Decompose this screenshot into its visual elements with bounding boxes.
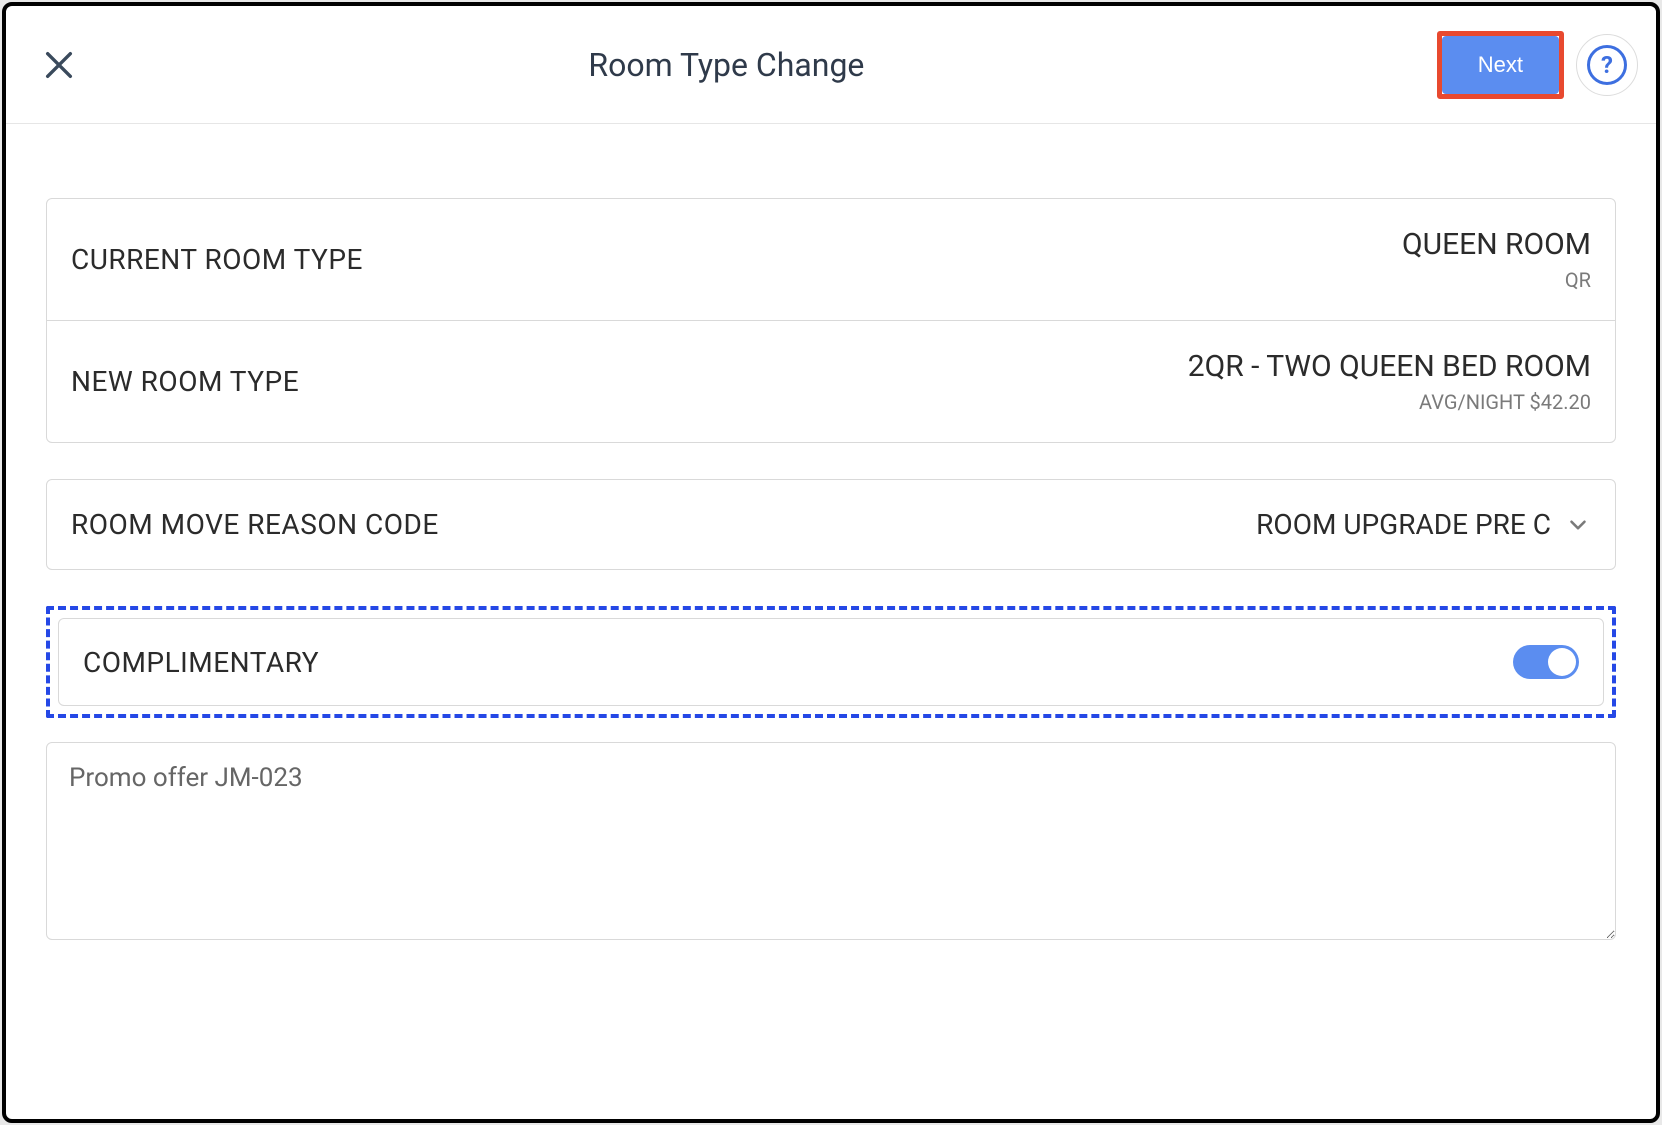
new-room-type-avg: AVG/NIGHT $42.20 [1188,390,1591,414]
current-room-type-value: QUEEN ROOM [1402,227,1591,262]
complimentary-toggle[interactable] [1513,645,1579,679]
new-room-type-value: 2QR - TWO QUEEN BED ROOM [1188,349,1591,384]
next-button-callout: Next [1437,31,1564,99]
new-room-type-row: NEW ROOM TYPE 2QR - TWO QUEEN BED ROOM A… [47,320,1615,442]
modal-header: Room Type Change Next ? [6,6,1656,124]
new-room-type-label: NEW ROOM TYPE [71,365,299,398]
room-type-group: CURRENT ROOM TYPE QUEEN ROOM QR NEW ROOM… [46,198,1616,443]
reason-code-label: ROOM MOVE REASON CODE [71,508,439,541]
current-room-type-code: QR [1402,268,1591,292]
complimentary-label: COMPLIMENTARY [83,646,319,679]
complimentary-row: COMPLIMENTARY [58,618,1604,706]
notes-textarea[interactable] [46,742,1616,940]
complimentary-callout: COMPLIMENTARY [46,606,1616,718]
room-type-change-modal: Room Type Change Next ? CURRENT ROOM TYP… [2,2,1660,1123]
current-room-type-label: CURRENT ROOM TYPE [71,243,363,276]
help-icon: ? [1587,45,1627,85]
modal-title: Room Type Change [16,46,1437,84]
help-button[interactable]: ? [1576,34,1638,96]
reason-code-row[interactable]: ROOM MOVE REASON CODE ROOM UPGRADE PRE C [47,480,1615,569]
chevron-down-icon [1565,512,1591,538]
next-button[interactable]: Next [1442,36,1559,94]
toggle-knob [1548,648,1576,676]
reason-code-group: ROOM MOVE REASON CODE ROOM UPGRADE PRE C [46,479,1616,570]
reason-code-selected: ROOM UPGRADE PRE C [1256,508,1551,541]
current-room-type-row: CURRENT ROOM TYPE QUEEN ROOM QR [47,199,1615,320]
modal-body: CURRENT ROOM TYPE QUEEN ROOM QR NEW ROOM… [6,124,1656,1119]
